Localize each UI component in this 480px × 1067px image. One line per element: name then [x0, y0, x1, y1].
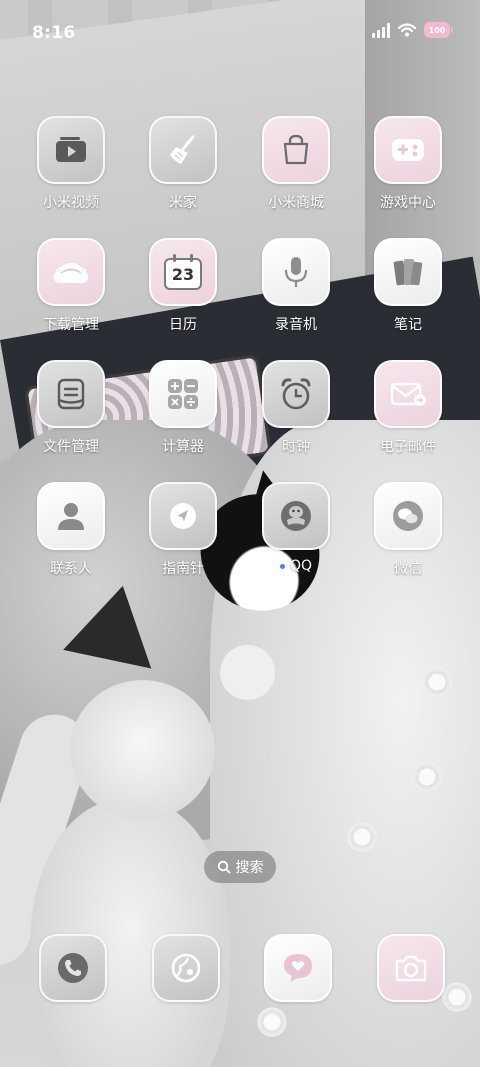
video-player-icon	[56, 137, 86, 162]
app-label: 微信	[394, 561, 422, 577]
app-label: 计算器	[162, 439, 204, 455]
wifi-icon	[398, 23, 416, 37]
broom-icon	[170, 135, 195, 164]
chat-bubbles-icon	[393, 501, 423, 531]
app-label: 时钟	[282, 439, 310, 455]
person-icon	[58, 503, 84, 530]
app-label: 游戏中心	[380, 195, 436, 211]
calendar-icon: 23	[164, 254, 202, 290]
app-compass[interactable]: 指南针	[128, 482, 238, 578]
app-label: 小米视频	[43, 195, 99, 211]
microphone-icon	[284, 257, 308, 287]
battery-level: 100	[428, 25, 446, 35]
app-file-manager[interactable]: 文件管理	[16, 360, 126, 456]
app-label: 文件管理	[43, 439, 99, 455]
camera-icon	[395, 955, 427, 982]
app-label: 录音机	[275, 317, 317, 333]
app-label: 下载管理	[43, 317, 99, 333]
browser-planet-icon	[171, 953, 201, 983]
app-game-center[interactable]: 游戏中心	[353, 116, 463, 212]
app-calculator[interactable]: 计算器	[128, 360, 238, 456]
app-label: 电子邮件	[380, 439, 436, 455]
app-mi-store[interactable]: 小米商城	[241, 116, 351, 212]
app-qq[interactable]: QQ	[241, 482, 351, 574]
battery-icon: 100	[424, 22, 453, 38]
app-email[interactable]: 电子邮件	[353, 360, 463, 456]
penguin-icon	[281, 501, 311, 531]
compass-icon	[170, 503, 196, 529]
dock-camera[interactable]	[377, 934, 445, 1002]
new-badge-dot	[279, 563, 285, 569]
search-icon	[217, 860, 230, 874]
app-label: QQ	[289, 558, 313, 574]
alarm-clock-icon	[281, 378, 311, 410]
app-label: 小米商城	[268, 195, 324, 211]
gamepad-icon	[392, 139, 424, 161]
shopping-bag-icon	[283, 134, 309, 165]
notebook-icon	[393, 259, 423, 286]
app-mijia[interactable]: 米家	[128, 116, 238, 212]
app-label: 日历	[169, 317, 197, 333]
search-label: 搜索	[235, 860, 264, 876]
dock-browser[interactable]	[152, 934, 220, 1002]
search-button[interactable]: 搜索	[204, 851, 276, 883]
cloud-download-icon	[54, 263, 88, 283]
message-heart-icon	[284, 954, 312, 982]
phone-icon	[58, 953, 88, 983]
app-wechat[interactable]: 微信	[353, 482, 463, 578]
status-bar: 8:16 100	[0, 0, 480, 68]
app-contacts[interactable]: 联系人	[16, 482, 126, 578]
app-clock[interactable]: 时钟	[241, 360, 351, 456]
folder-tray-icon	[57, 378, 85, 410]
clock-time: 8:16	[32, 23, 76, 43]
calculator-icon	[168, 379, 198, 409]
app-downloads[interactable]: 下载管理	[16, 238, 126, 334]
app-label: 笔记	[394, 317, 422, 333]
envelope-icon	[390, 382, 426, 406]
app-notes[interactable]: 笔记	[353, 238, 463, 334]
app-mi-video[interactable]: 小米视频	[16, 116, 126, 212]
app-label: 米家	[169, 195, 197, 211]
app-label: 联系人	[50, 561, 92, 577]
dock-messages[interactable]	[264, 934, 332, 1002]
calendar-day: 23	[171, 265, 195, 284]
dock-phone[interactable]	[39, 934, 107, 1002]
app-recorder[interactable]: 录音机	[241, 238, 351, 334]
app-label: 指南针	[162, 561, 204, 577]
signal-icon	[372, 22, 390, 38]
app-calendar[interactable]: 23 日历	[128, 238, 238, 334]
